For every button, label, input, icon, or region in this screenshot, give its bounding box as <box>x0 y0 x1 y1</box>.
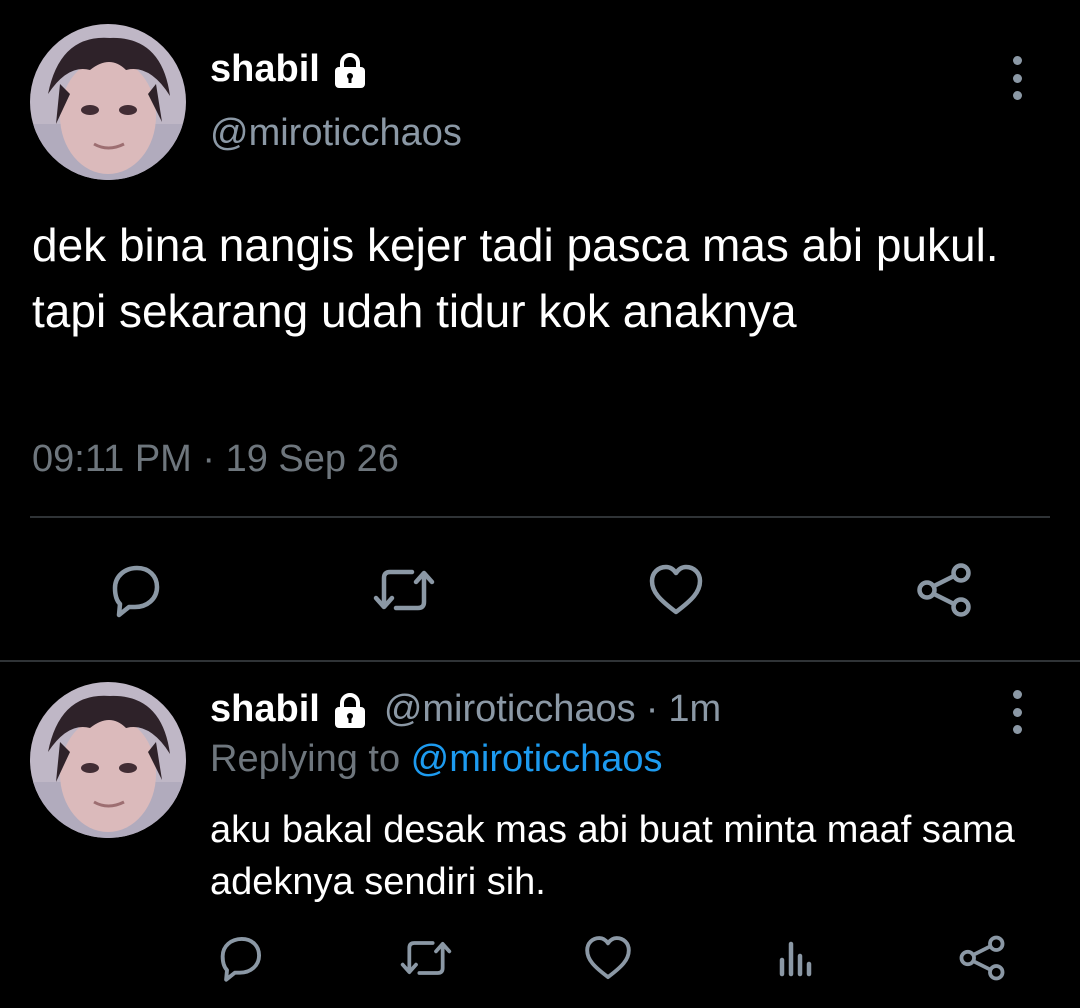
tweet-thread: shabil @miroticchaos dek bina nangis kej… <box>0 0 1080 1008</box>
retweet-button[interactable] <box>394 926 458 990</box>
tweet-time-ago[interactable]: 1m <box>668 688 721 731</box>
like-button[interactable] <box>644 558 708 622</box>
tweet-text: dek bina nangis kejer tadi pasca mas abi… <box>32 219 999 337</box>
divider <box>30 516 1050 518</box>
like-icon <box>585 936 631 980</box>
tweet-timestamp[interactable]: 09:11 PM · 19 Sep 26 <box>32 438 399 481</box>
avatar[interactable] <box>30 24 186 180</box>
tweet-text: aku bakal desak mas abi buat minta maaf … <box>210 809 1015 903</box>
like-button[interactable] <box>576 926 640 990</box>
analytics-button[interactable] <box>764 926 828 990</box>
lock-icon <box>330 50 370 90</box>
reply-icon <box>220 936 262 982</box>
handle[interactable]: @miroticchaos <box>210 112 462 155</box>
retweet-button[interactable] <box>372 558 436 622</box>
share-button[interactable] <box>950 926 1014 990</box>
reply-button[interactable] <box>103 558 167 622</box>
mention-link[interactable]: @miroticchaos <box>411 738 663 780</box>
reply-button[interactable] <box>208 926 272 990</box>
lock-icon <box>330 690 370 730</box>
share-icon <box>917 563 971 617</box>
replying-to: Replying to @miroticchaos <box>210 738 663 781</box>
retweet-icon <box>373 569 435 611</box>
divider <box>0 660 1080 662</box>
share-icon <box>959 935 1005 981</box>
retweet-icon <box>400 941 452 975</box>
reply-icon <box>112 565 160 618</box>
like-icon <box>649 564 703 615</box>
display-name-text[interactable]: shabil <box>210 48 320 91</box>
separator-dot: · <box>645 688 659 730</box>
more-options-icon[interactable] <box>1007 690 1027 734</box>
analytics-icon <box>779 941 812 977</box>
display-name-text[interactable]: shabil <box>210 688 320 731</box>
avatar[interactable] <box>30 682 186 838</box>
display-name[interactable]: shabil <box>210 48 370 91</box>
handle[interactable]: @miroticchaos <box>384 688 636 731</box>
replying-to-label: Replying to <box>210 738 411 780</box>
more-options-icon[interactable] <box>1007 56 1027 100</box>
share-button[interactable] <box>912 558 976 622</box>
reply-header: shabil @miroticchaos · 1m <box>210 688 721 731</box>
